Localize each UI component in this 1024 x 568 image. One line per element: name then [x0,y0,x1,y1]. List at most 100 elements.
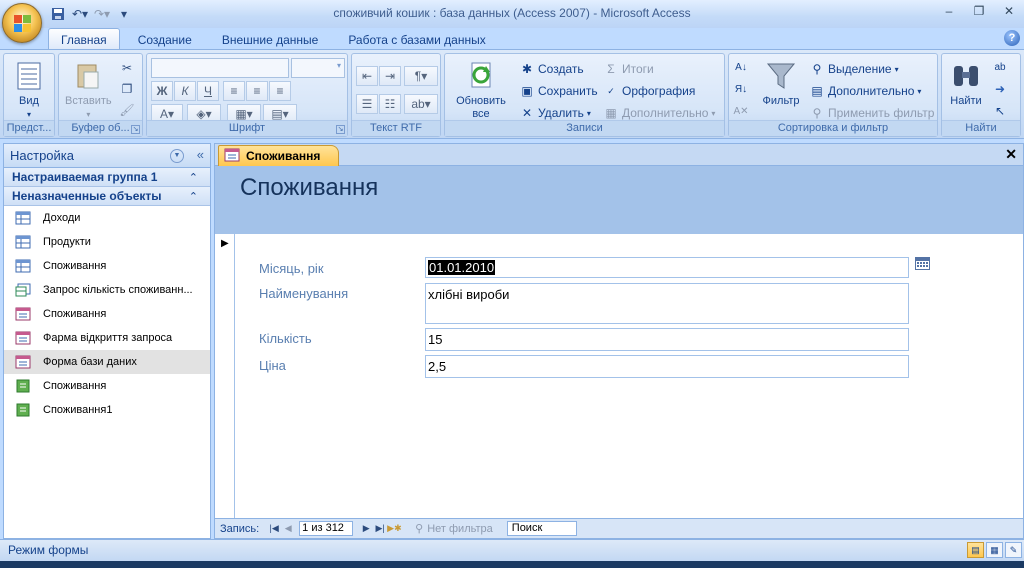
first-record-icon[interactable]: |◀ [267,523,281,534]
close-icon[interactable]: ✕ [1000,2,1018,20]
table-icon [15,259,31,273]
paste-button[interactable]: Вставить ▾ [65,60,112,121]
nav-dropdown-icon[interactable]: ▼ [170,149,184,163]
sort-desc-icon[interactable]: Я↓ [733,81,749,97]
field-price[interactable]: 2,5 [425,355,909,378]
office-logo-icon [14,15,32,33]
next-record-icon[interactable]: ▶ [359,523,373,534]
paste-label: Вставить [65,95,112,107]
bullets-icon[interactable]: ☰ [356,94,378,114]
document-tab-strip: Споживання ✕ [215,144,1023,166]
field-month-year[interactable]: 01.01.2010 [425,257,909,278]
window-title: споживчий кошик : база данных (Access 20… [333,6,691,20]
nav-group-label: Настраиваемая группа 1 [12,170,158,184]
document-tab[interactable]: Споживання [218,145,340,166]
tab-home[interactable]: Главная [48,28,120,50]
field-name[interactable]: хлібні вироби [425,283,909,324]
find-button[interactable]: Найти [946,60,986,108]
font-name-select[interactable] [151,58,289,78]
group-find: Найти ab ➜ ↖ Найти [941,53,1021,137]
nav-item[interactable]: Споживання [4,254,210,278]
numbering-icon[interactable]: ☷ [379,94,401,114]
calendar-icon[interactable] [915,257,930,270]
design-view-icon[interactable]: ✎ [1005,542,1022,558]
align-left-icon[interactable]: ≡ [223,81,245,101]
nav-item[interactable]: Продукти [4,230,210,254]
tab-database-tools[interactable]: Работа с базами данных [336,29,497,50]
italic-icon[interactable]: К [174,81,196,101]
tab-external-data[interactable]: Внешние данные [210,29,331,50]
form-view-icon[interactable]: ▤ [967,542,984,558]
refresh-all-button[interactable]: Обновить все [449,60,513,121]
nav-item[interactable]: Споживання [4,374,210,398]
record-selector[interactable]: ▶ [215,234,235,518]
chevron-up-icon: ⌃ [188,191,198,203]
selection-button[interactable]: ⚲ Выделение ▾ [809,59,899,79]
format-painter-icon[interactable]: 🖌 [119,102,135,118]
apply-filter-label: Применить фильтр [828,106,935,120]
nav-item-selected[interactable]: Форма бази даних [4,350,210,374]
office-button[interactable] [2,3,42,43]
underline-icon[interactable]: Ч [197,81,219,101]
replace-icon[interactable]: ab [992,59,1008,75]
record-search-input[interactable]: Поиск [506,521,577,536]
nav-item[interactable]: Фарма відкриття запроса [4,326,210,350]
advanced-filter-button[interactable]: ▤ Дополнительно ▾ [809,81,921,101]
goto-icon[interactable]: ➜ [992,81,1008,97]
view-button[interactable]: Вид ▾ [13,60,45,121]
nav-item[interactable]: Доходи [4,206,210,230]
copy-icon[interactable]: ❐ [119,81,135,97]
new-record-icon: ✱ [521,62,533,76]
ribbon: Вид ▾ Предст... Вставить ▾ ✂ ❐ 🖌 Буфер о… [0,49,1024,139]
cut-icon[interactable]: ✂ [119,60,135,76]
tab-create[interactable]: Создание [126,29,204,50]
taskbar [0,561,1024,568]
title-bar: ↶▾ ↷▾ ▾ споживчий кошик : база данных (A… [0,0,1024,28]
totals-button[interactable]: Σ Итоги [603,59,653,79]
clipboard-launcher-icon[interactable]: ↘ [131,125,140,134]
help-icon[interactable]: ? [1004,30,1020,46]
nav-title[interactable]: Настройка [10,148,74,163]
navigation-pane: Настройка ▼ « Настраиваемая группа 1 ⌃ Н… [3,143,211,539]
nav-collapse-icon[interactable]: « [197,147,204,162]
filter-button[interactable]: Фильтр [759,60,803,108]
nav-item-label: Фарма відкриття запроса [43,332,173,344]
paragraph-icon[interactable]: ¶▾ [404,66,438,86]
group-sort-filter-label: Сортировка и фильтр [729,120,937,136]
sort-asc-icon[interactable]: A↓ [733,59,749,75]
field-label-month-year: Місяць, рік [259,261,324,276]
nav-group-custom[interactable]: Настраиваемая группа 1 ⌃ [4,168,210,187]
spelling-button[interactable]: ✓ Орфография [603,81,695,101]
nav-item[interactable]: Запрос кількість споживанн... [4,278,210,302]
align-right-icon[interactable]: ≡ [269,81,291,101]
decrease-indent-icon[interactable]: ⇤ [356,66,378,86]
increase-indent-icon[interactable]: ⇥ [379,66,401,86]
group-rich-text: ⇤ ⇥ ¶▾ ☰ ☷ ab▾ Текст RTF [351,53,441,137]
group-find-label: Найти [942,120,1020,136]
save-record-button[interactable]: ▣ Сохранить [519,81,597,101]
record-position-input[interactable]: 1 из 312 [299,521,354,536]
filter-status-button[interactable]: ⚲ Нет фильтра [415,522,493,536]
font-launcher-icon[interactable]: ↘ [336,125,345,134]
last-record-icon[interactable]: ▶| [373,523,387,534]
select-icon[interactable]: ↖ [992,103,1008,119]
nav-item[interactable]: Споживання [4,302,210,326]
previous-record-icon[interactable]: ◀ [281,523,295,534]
field-label-price: Ціна [259,358,286,373]
ribbon-tabs: Главная Создание Внешние данные Работа с… [48,28,504,50]
highlight-icon[interactable]: ab▾ [404,94,438,114]
nav-item[interactable]: Споживання1 [4,398,210,422]
minimize-icon[interactable]: – [940,2,958,20]
clear-sort-icon[interactable]: A✕ [733,103,749,119]
new-record-button[interactable]: ✱ Создать [519,59,584,79]
bold-icon[interactable]: Ж [151,81,173,101]
close-document-icon[interactable]: ✕ [1005,146,1017,163]
layout-view-icon[interactable]: ▦ [986,542,1003,558]
new-record-nav-icon[interactable]: ▶✱ [387,523,401,534]
nav-group-unassigned[interactable]: Неназначенные объекты ⌃ [4,187,210,206]
field-quantity[interactable]: 15 [425,328,909,351]
filter-icon [765,60,797,92]
restore-icon[interactable]: ❐ [970,2,988,20]
font-size-select[interactable]: ▾ [291,58,345,78]
align-center-icon[interactable]: ≡ [246,81,268,101]
